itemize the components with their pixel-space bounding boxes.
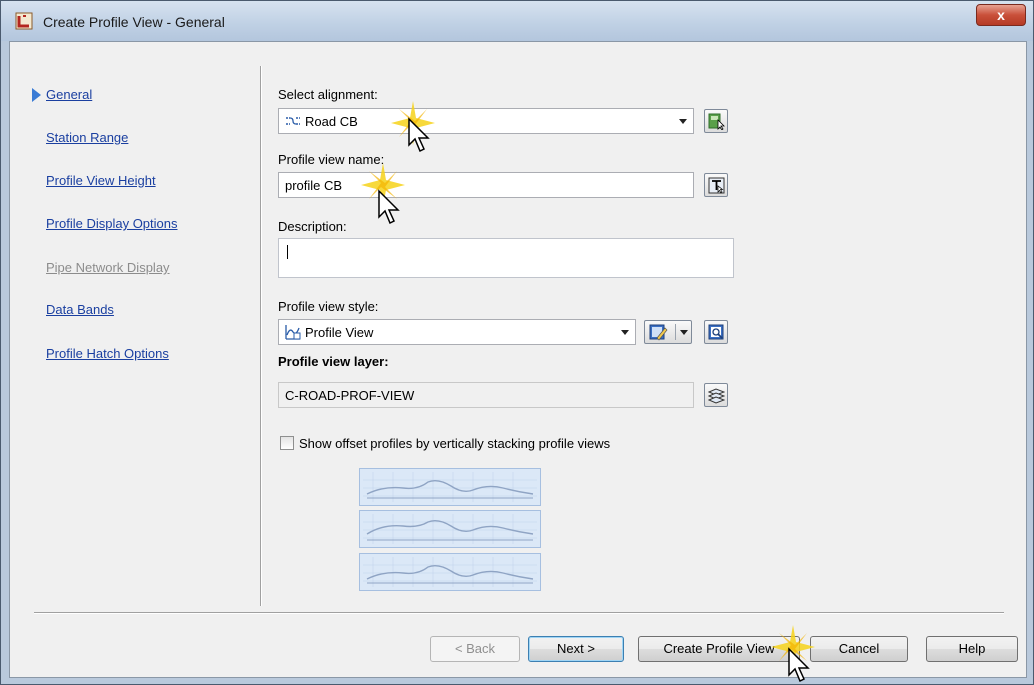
select-layer-button[interactable]: [704, 383, 728, 407]
stacked-view-preview-1: [359, 468, 541, 506]
profile-view-style-select[interactable]: Profile View: [278, 319, 636, 345]
nav-item-profile-view-height[interactable]: Profile View Height: [46, 173, 156, 188]
profile-view-style-label: Profile view style:: [278, 299, 379, 314]
magnifier-icon: [708, 324, 724, 340]
profile-preview-image: [363, 557, 537, 587]
close-icon: x: [997, 7, 1005, 23]
window-title: Create Profile View - General: [43, 14, 225, 30]
nav-item-general[interactable]: General: [46, 87, 92, 102]
title-bar[interactable]: Create Profile View - General x: [1, 1, 1033, 41]
dropdown-separator: [675, 324, 676, 340]
stack-profiles-label[interactable]: Show offset profiles by vertically stack…: [299, 436, 610, 451]
close-button[interactable]: x: [976, 4, 1026, 26]
name-template-icon: [708, 177, 725, 194]
stacked-view-preview-2: [359, 510, 541, 548]
nav-item-profile-hatch-options[interactable]: Profile Hatch Options: [46, 346, 169, 361]
wizard-nav: General Station Range Profile View Heigh…: [10, 42, 260, 602]
help-button[interactable]: Help: [926, 636, 1018, 662]
cancel-button[interactable]: Cancel: [810, 636, 908, 662]
profile-preview-image: [363, 472, 537, 502]
stack-profiles-checkbox[interactable]: [280, 436, 294, 450]
nav-item-profile-display-options[interactable]: Profile Display Options: [46, 216, 178, 231]
alignment-value: Road CB: [305, 114, 358, 129]
profile-view-style-value: Profile View: [305, 325, 374, 340]
back-button: < Back: [430, 636, 520, 662]
next-button[interactable]: Next >: [528, 636, 624, 662]
stacked-view-preview-3: [359, 553, 541, 591]
description-input[interactable]: [278, 238, 734, 278]
pick-from-drawing-icon: [708, 113, 725, 130]
alignment-label: Select alignment:: [278, 87, 378, 102]
profile-view-name-input[interactable]: profile CB: [278, 172, 694, 198]
mouse-cursor-icon: [408, 117, 430, 153]
mouse-cursor-icon: [378, 189, 400, 225]
text-caret: [287, 245, 288, 259]
edit-style-icon: [649, 324, 668, 341]
profile-view-layer-value: C-ROAD-PROF-VIEW: [285, 388, 415, 403]
mouse-cursor-icon: [788, 647, 810, 683]
profile-view-name-value: profile CB: [285, 178, 343, 193]
profile-view-style-icon: [285, 325, 301, 340]
civil3d-app-icon: [15, 12, 33, 30]
chevron-down-icon: [679, 119, 687, 124]
chevron-down-icon: [680, 330, 688, 335]
active-page-arrow-icon: [32, 88, 41, 102]
description-label: Description:: [278, 219, 347, 234]
bottom-divider: [34, 612, 1004, 614]
profile-preview-image: [363, 514, 537, 544]
nav-item-station-range[interactable]: Station Range: [46, 130, 128, 145]
nav-item-pipe-network-display: Pipe Network Display: [46, 260, 170, 275]
nav-item-data-bands[interactable]: Data Bands: [46, 302, 114, 317]
dialog-client-area: General Station Range Profile View Heigh…: [9, 41, 1027, 678]
vertical-divider: [260, 66, 262, 606]
alignment-icon: [286, 117, 300, 125]
edit-name-template-button[interactable]: [704, 173, 728, 197]
profile-view-layer-label: Profile view layer:: [278, 354, 389, 369]
style-edit-dropdown-button[interactable]: [644, 320, 692, 344]
alignment-select[interactable]: Road CB: [278, 108, 694, 134]
layers-icon: [708, 388, 725, 404]
chevron-down-icon: [621, 330, 629, 335]
style-preview-button[interactable]: [704, 320, 728, 344]
profile-view-layer-field: C-ROAD-PROF-VIEW: [278, 382, 694, 408]
dialog-window: Create Profile View - General x General …: [0, 0, 1034, 685]
pick-alignment-button[interactable]: [704, 109, 728, 133]
